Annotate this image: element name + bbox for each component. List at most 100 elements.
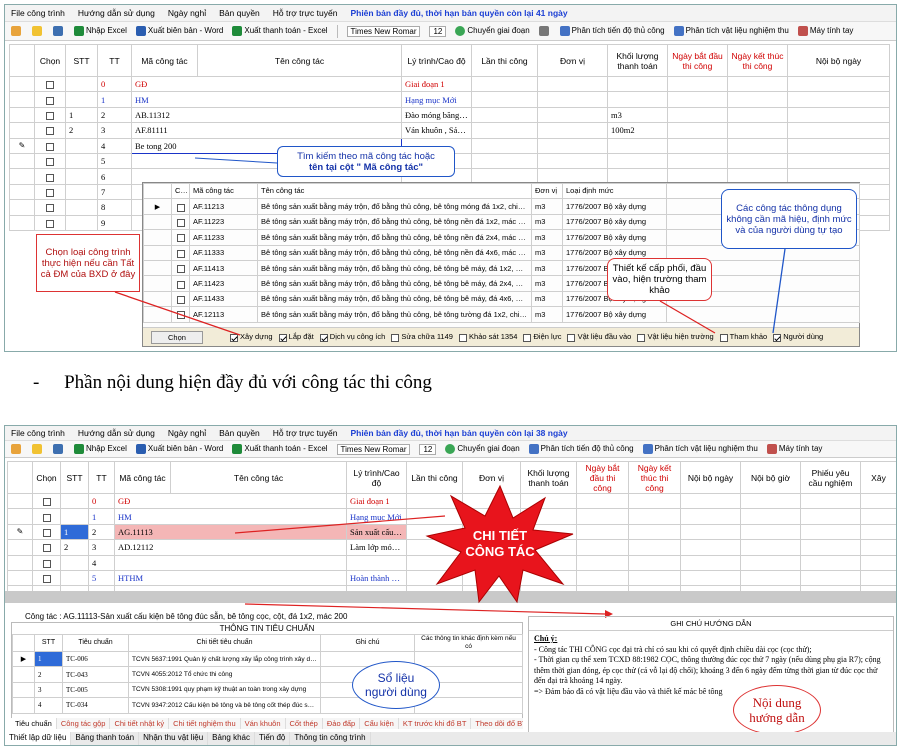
row-checkbox[interactable] (42, 529, 51, 537)
lookup-select-cell[interactable] (171, 290, 190, 308)
data-cell[interactable] (860, 539, 896, 556)
menu-license[interactable]: Bản quyền (219, 428, 260, 438)
filter-checkbox[interactable] (773, 333, 782, 342)
column-header[interactable]: Khối lượng thanh toán (607, 44, 668, 77)
menu-file[interactable]: File công trình (11, 428, 65, 438)
unit-cell[interactable]: 100m2 (607, 122, 668, 139)
data-cell[interactable] (628, 508, 681, 525)
code-cell[interactable]: HM (114, 508, 347, 525)
data-cell[interactable] (576, 508, 629, 525)
select-cell[interactable] (34, 106, 66, 124)
menu-support[interactable]: Hỗ trợ trực tuyến (273, 8, 338, 18)
quantity-cell[interactable] (667, 122, 728, 139)
calculator-button[interactable]: Máy tính tay (766, 444, 822, 454)
data-cell[interactable] (800, 523, 861, 541)
column-header[interactable]: Xây (860, 461, 896, 494)
column-header[interactable]: Nội bộ giờ (740, 461, 801, 494)
data-cell[interactable] (800, 508, 861, 525)
filter-option[interactable]: Xây dựng (229, 332, 273, 342)
data-cell[interactable] (800, 569, 861, 587)
attempt-cell[interactable] (537, 106, 608, 124)
materials-analysis-button[interactable]: Phân tích vật liệu nghiệm thu (673, 26, 789, 36)
name-cell[interactable]: Hạng mục Mới (401, 91, 472, 108)
standards-row[interactable]: 3 TC-005 TCVN 5308:1991 quy phạm kỹ thuật … (12, 681, 523, 699)
chainage-cell[interactable] (471, 91, 538, 108)
data-cell[interactable] (860, 492, 896, 510)
export-payment-button[interactable]: Xuất thanh toán - Excel (232, 444, 328, 454)
standards-column-header[interactable]: STT (34, 634, 63, 652)
lookup-column-header[interactable]: Đơn vị (531, 182, 563, 200)
menu-help[interactable]: Hướng dẫn sử dụng (78, 8, 155, 18)
main-tab[interactable]: Nhận thu vật liệu (139, 732, 209, 745)
start-date-cell[interactable] (727, 106, 788, 124)
filter-checkbox[interactable] (319, 333, 328, 342)
data-cell[interactable] (860, 554, 896, 571)
data-cell[interactable] (680, 554, 741, 571)
select-cell[interactable] (32, 539, 61, 556)
progress-analysis-button[interactable]: Phân tích tiến độ thủ công (528, 444, 634, 454)
filter-checkbox[interactable] (278, 333, 287, 342)
lookup-checkbox[interactable] (176, 234, 185, 243)
column-header[interactable]: Ngày kết thúc thi công (628, 461, 681, 494)
code-cell[interactable]: AF.81111 (131, 122, 402, 139)
column-header[interactable]: Chọn (32, 461, 61, 494)
code-cell[interactable]: HTHM (114, 569, 347, 587)
filter-option[interactable]: Lắp đặt (278, 332, 314, 342)
start-date-cell[interactable] (727, 75, 788, 93)
standards-extra-cell[interactable] (414, 650, 523, 668)
name-cell[interactable]: Giai đoạn 1 (346, 492, 407, 510)
code-cell[interactable]: AD.12112 (114, 539, 347, 556)
select-cell[interactable] (32, 508, 61, 525)
export-payment-button[interactable]: Xuất thanh toán - Excel (232, 26, 328, 36)
data-cell[interactable] (740, 523, 801, 541)
filter-checkbox[interactable] (391, 333, 400, 342)
start-date-cell[interactable] (727, 152, 788, 170)
chainage-cell[interactable] (471, 137, 538, 154)
menu-file[interactable]: File công trình (11, 8, 65, 18)
data-cell[interactable] (800, 539, 861, 556)
menu-help[interactable]: Hướng dẫn sử dụng (78, 428, 155, 438)
menu-license[interactable]: Bản quyền (219, 8, 260, 18)
filter-option[interactable]: Điện lực (523, 332, 561, 342)
column-header[interactable]: Tên công tác (170, 461, 347, 494)
select-cell[interactable] (32, 569, 61, 587)
start-date-cell[interactable] (727, 137, 788, 154)
column-header[interactable]: Lý trình/Cao độ (401, 44, 472, 77)
select-cell[interactable] (34, 214, 66, 231)
unit-cell[interactable]: m3 (607, 106, 668, 124)
filter-option[interactable]: Vật liệu đầu vào (567, 332, 631, 342)
filter-checkbox[interactable] (229, 333, 238, 342)
unit-cell[interactable] (607, 75, 668, 93)
lookup-checkbox[interactable] (176, 249, 185, 258)
select-cell[interactable] (34, 137, 66, 154)
menu-holidays[interactable]: Ngày nghỉ (168, 428, 206, 438)
standards-extra-cell[interactable] (414, 697, 523, 714)
detail-tab[interactable]: Cẩu kiện (360, 718, 399, 729)
data-cell[interactable] (680, 539, 741, 556)
attempt-cell[interactable] (537, 152, 608, 170)
detail-tab[interactable]: Công tác gộp (57, 718, 111, 729)
lookup-select-cell[interactable] (171, 244, 190, 261)
data-cell[interactable] (860, 523, 896, 541)
lookup-row[interactable]: AF.11433 Bê tông sản xuất bằng máy trộn, … (143, 290, 860, 308)
select-cell[interactable] (34, 122, 66, 139)
name-cell[interactable] (346, 554, 407, 571)
lookup-checkbox[interactable] (176, 219, 185, 227)
filter-checkbox[interactable] (719, 333, 728, 342)
font-size-select[interactable]: 12 (419, 443, 437, 455)
unit-cell[interactable] (607, 91, 668, 108)
select-cell[interactable] (34, 75, 66, 93)
data-cell[interactable] (576, 569, 629, 587)
main-tab[interactable]: Bảng khác (208, 732, 255, 745)
filter-option[interactable]: Khảo sát 1354 (458, 332, 517, 342)
unit-cell[interactable] (607, 137, 668, 154)
attempt-cell[interactable] (537, 91, 608, 108)
select-cell[interactable] (32, 492, 61, 510)
row-checkbox[interactable] (46, 158, 54, 167)
menu-support[interactable]: Hỗ trợ trực tuyến (273, 428, 338, 438)
standards-column-header[interactable]: Ghi chú (320, 634, 415, 652)
name-cell[interactable]: Làm lớp móng cát vàng gia cố xi măng, tr… (346, 539, 407, 556)
undo-icon[interactable] (11, 26, 21, 36)
column-header[interactable]: Lý trình/Cao độ (346, 461, 407, 494)
attempt-cell[interactable] (537, 122, 608, 139)
